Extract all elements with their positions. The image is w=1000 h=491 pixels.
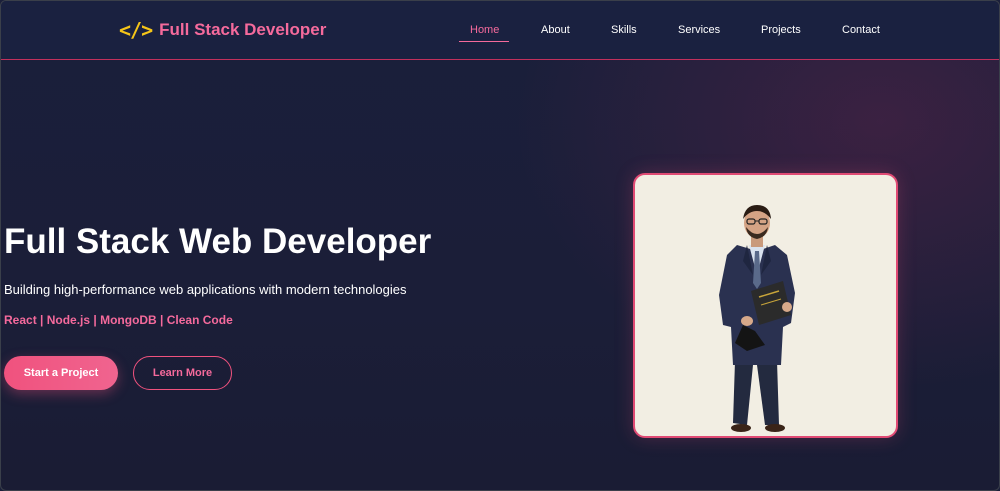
- hero-title: Full Stack Web Developer: [4, 222, 432, 261]
- start-project-button[interactable]: Start a Project: [4, 356, 118, 390]
- nav-link-about[interactable]: About: [541, 23, 570, 37]
- page: </> Full Stack Developer Home About Skil…: [0, 0, 1000, 491]
- logo[interactable]: </> Full Stack Developer: [119, 18, 326, 42]
- nav-link-contact[interactable]: Contact: [842, 23, 880, 37]
- code-brackets-icon: </>: [119, 18, 153, 42]
- navbar: </> Full Stack Developer Home About Skil…: [1, 1, 999, 60]
- nav-link-skills[interactable]: Skills: [611, 23, 637, 37]
- logo-text: Full Stack Developer: [159, 20, 327, 39]
- person-photo-illustration: [719, 205, 795, 432]
- nav-link-projects[interactable]: Projects: [761, 23, 801, 37]
- hero-tech-stack: React | Node.js | MongoDB | Clean Code: [4, 313, 233, 327]
- nav-link-services[interactable]: Services: [678, 23, 720, 37]
- learn-more-button[interactable]: Learn More: [133, 356, 232, 390]
- nav-active-underline: [459, 41, 509, 42]
- hero-subtitle: Building high-performance web applicatio…: [4, 282, 407, 297]
- profile-photo: [633, 173, 898, 438]
- nav-link-home[interactable]: Home: [470, 23, 499, 37]
